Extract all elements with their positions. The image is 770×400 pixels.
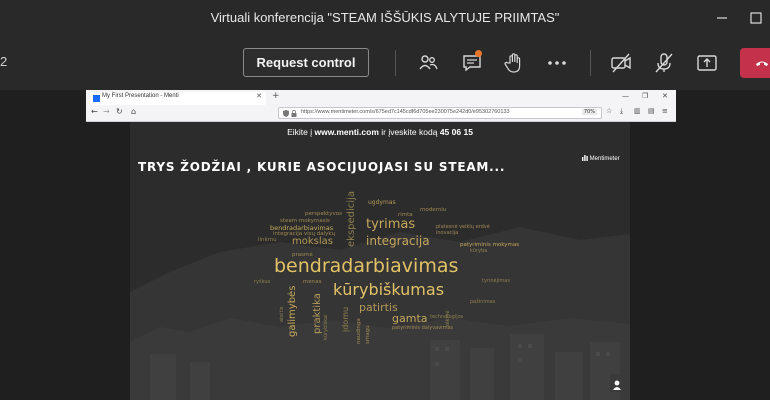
join-instructions: Eikite į www.menti.com ir įveskite kodą … <box>130 127 630 137</box>
word-cloud-word: ateitis <box>279 306 285 322</box>
forward-icon[interactable]: → <box>103 107 110 116</box>
shield-icon <box>283 110 289 117</box>
reload-icon[interactable]: ↻ <box>116 107 123 116</box>
word-cloud-word: gamta <box>392 312 428 325</box>
word-cloud-word: integracija <box>366 234 430 248</box>
download-icon[interactable]: ⤓ <box>620 107 623 116</box>
word-cloud-word: praktika <box>312 293 323 334</box>
mic-off-icon[interactable] <box>653 52 675 74</box>
word-cloud-word: menas <box>303 279 322 285</box>
favicon-icon <box>93 95 100 102</box>
word-cloud-word: integracija visų dalykų <box>273 231 336 237</box>
sidebar-icon[interactable]: ▤ <box>648 107 655 115</box>
url-text: https://www.mentimeter.com/s/675ed7c145c… <box>301 109 510 115</box>
minimize-icon[interactable] <box>712 8 732 28</box>
toolbar-divider <box>395 50 396 76</box>
star-icon[interactable]: ☆ <box>606 107 612 115</box>
join-prefix: Eikite į <box>287 127 315 137</box>
brand-name: Mentimeter <box>589 156 620 162</box>
word-cloud-word: prasmė <box>292 252 313 258</box>
word-cloud-word: linkmu <box>258 237 277 243</box>
word-cloud-word: ekspedicija <box>346 191 357 247</box>
word-cloud-word: tyrinėjimas <box>482 278 510 284</box>
browser-window: My First Presentation - Menti ✕ + — ❐ ✕ … <box>86 90 676 122</box>
word-cloud-word: moderniu <box>420 207 447 213</box>
word-cloud-word: įdomu <box>341 306 350 332</box>
maximize-icon[interactable] <box>746 8 766 28</box>
camera-off-icon[interactable] <box>610 52 632 74</box>
join-code: 45 06 15 <box>439 127 473 137</box>
mentimeter-logo: Mentimeter <box>582 155 620 162</box>
word-cloud-word: ugdymas <box>368 199 396 206</box>
word-cloud-word: naudinga <box>356 318 362 344</box>
word-cloud-word: kūrybiškumas <box>333 280 445 299</box>
word-cloud-word: sėkmė <box>445 310 451 327</box>
hangup-icon <box>756 61 768 66</box>
word-cloud-word: perspektyvos <box>305 211 342 217</box>
share-icon[interactable] <box>696 52 718 74</box>
participant-counter: 2 <box>0 54 8 69</box>
zoom-level[interactable]: 70% <box>581 109 597 115</box>
slide-title: TRYS ŽODŽIAI , KURIE ASOCIJUOJASI SU STE… <box>138 160 506 174</box>
new-tab-icon[interactable]: + <box>272 91 280 101</box>
word-cloud-word: tyrimas <box>366 217 416 232</box>
word-cloud-word: ryškus <box>254 279 271 285</box>
browser-tab[interactable]: My First Presentation - Menti ✕ <box>90 92 266 105</box>
word-cloud-word: inovacija <box>436 230 459 236</box>
lock-icon <box>291 110 297 117</box>
word-cloud-word: kūryba <box>470 248 488 254</box>
word-cloud-word: kūrybiškai <box>323 314 329 340</box>
hangup-button[interactable] <box>740 48 770 78</box>
toolbar-divider <box>590 50 591 76</box>
tab-title: My First Presentation - Menti <box>102 93 179 99</box>
menu-icon[interactable]: ≡ <box>662 107 668 115</box>
library-icon[interactable]: ▥ <box>634 107 641 115</box>
join-middle: ir įveskite kodą <box>378 127 440 137</box>
join-site: www.menti.com <box>314 127 379 137</box>
participant-icon <box>610 374 624 392</box>
people-icon[interactable] <box>417 52 439 74</box>
word-cloud-word: pažinimas <box>470 299 496 305</box>
home-icon[interactable]: ⌂ <box>131 107 136 116</box>
browser-close-icon[interactable]: ✕ <box>662 92 668 100</box>
word-cloud-word: mokslas <box>292 236 333 247</box>
title-bar: Virtuali konferencija "STEAM IŠŠŪKIS ALY… <box>0 0 770 36</box>
word-cloud-word: bendradarbiavimas <box>274 255 459 277</box>
back-icon[interactable]: ← <box>91 107 98 116</box>
request-control-button[interactable]: Request control <box>243 48 369 77</box>
chat-notification-dot <box>475 50 482 57</box>
word-cloud-word: smagu <box>365 325 371 344</box>
word-cloud-word: patyriminis dalyvavimas <box>392 325 454 331</box>
mentimeter-logo-icon <box>582 155 588 161</box>
browser-minimize-icon[interactable]: — <box>622 92 629 100</box>
browser-maximize-icon[interactable]: ❐ <box>642 92 648 100</box>
word-cloud-word: galimybės <box>287 285 298 337</box>
presentation-slide: Eikite į www.menti.com ir įveskite kodą … <box>130 122 630 400</box>
window-title: Virtuali konferencija "STEAM IŠŠŪKIS ALY… <box>210 10 560 25</box>
url-bar[interactable]: https://www.mentimeter.com/s/675ed7c145c… <box>278 107 602 119</box>
teams-meeting-window: Virtuali konferencija "STEAM IŠŠŪKIS ALY… <box>0 0 770 400</box>
raise-hand-icon[interactable] <box>503 52 525 74</box>
meeting-toolbar: 2 Request control <box>0 36 770 90</box>
word-cloud-word: rimta <box>398 212 413 218</box>
word-cloud-word: patyriminis mokymas <box>460 242 520 248</box>
more-icon[interactable] <box>546 52 568 74</box>
tab-close-icon[interactable]: ✕ <box>256 92 262 100</box>
